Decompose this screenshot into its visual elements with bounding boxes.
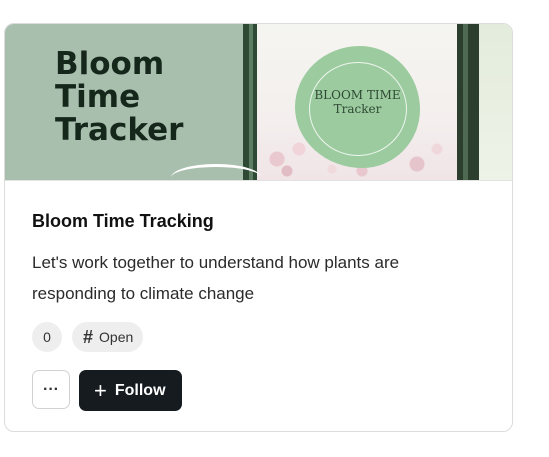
banner-title-line: Tracker [55, 112, 184, 148]
project-description: Let's work together to understand how pl… [32, 253, 400, 303]
stem-decoration [463, 24, 468, 180]
status-label: Open [99, 329, 134, 345]
hash-icon: # [83, 326, 94, 347]
logo-text-line: Tracker [333, 102, 382, 116]
logo-text: BLOOM TIME Tracker [295, 88, 420, 116]
more-horizontal-icon: ··· [43, 380, 59, 398]
banner-title-line: Bloom [55, 46, 165, 82]
stem-decoration [249, 24, 253, 180]
status-badge: # Open [72, 322, 144, 352]
project-title[interactable]: Bloom Time Tracking [32, 210, 485, 232]
project-banner-image: Bloom Time Tracker BLOOM TIME Tracker [5, 24, 512, 181]
project-card[interactable]: Bloom Time Tracker BLOOM TIME Tracker Bl… [4, 23, 513, 432]
count-badge: 0 [32, 322, 62, 352]
logo-text-line: BLOOM TIME [314, 88, 401, 102]
banner-far-panel [479, 24, 512, 180]
project-tags: 0 # Open [32, 322, 485, 352]
follow-button[interactable]: + Follow [79, 370, 182, 411]
plus-icon: + [94, 377, 107, 403]
stem-decoration [457, 24, 479, 180]
card-actions: ··· + Follow [32, 370, 485, 411]
banner-title-line: Time [55, 79, 141, 115]
follow-label: Follow [114, 381, 166, 399]
more-options-button[interactable]: ··· [32, 370, 70, 409]
banner-title: Bloom Time Tracker [55, 48, 183, 147]
card-body: Bloom Time Tracking Let's work together … [5, 181, 512, 411]
